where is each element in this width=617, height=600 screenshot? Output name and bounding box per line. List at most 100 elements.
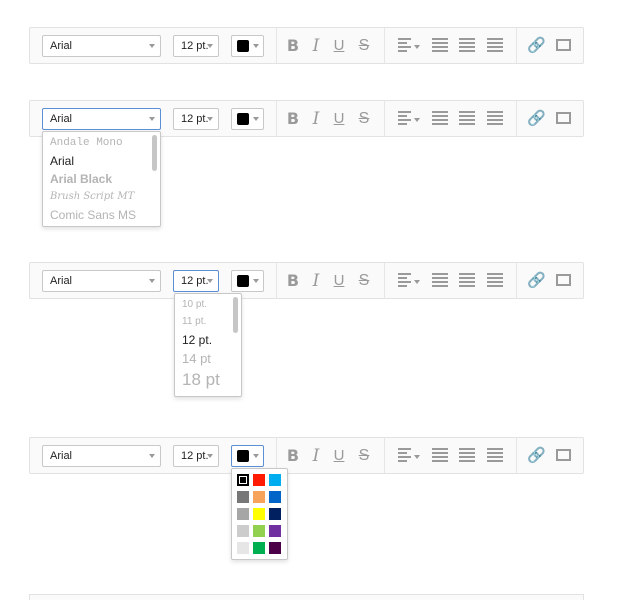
font-option[interactable]: Andale Mono (50, 137, 123, 149)
color-swatch-option[interactable] (253, 525, 265, 537)
color-swatch-option[interactable] (253, 474, 265, 486)
font-size-value: 12 pt. (181, 113, 209, 125)
chevron-down-icon (253, 44, 259, 48)
toolbar-divider (516, 263, 517, 298)
color-swatch-option[interactable] (253, 542, 265, 554)
color-swatch-option[interactable] (237, 474, 249, 486)
font-size-select[interactable]: 12 pt. (173, 270, 219, 292)
link-icon[interactable]: 🔗 (527, 272, 546, 290)
strikethrough-button[interactable]: S (355, 272, 373, 290)
strikethrough-button[interactable]: S (355, 447, 373, 465)
size-option[interactable]: 18 pt (182, 370, 220, 390)
strikethrough-button[interactable]: S (355, 110, 373, 128)
link-icon[interactable]: 🔗 (527, 447, 546, 465)
toolbar-divider (276, 28, 277, 63)
indent-button[interactable] (459, 448, 475, 464)
font-option[interactable]: Arial (50, 154, 74, 168)
color-swatch-option[interactable] (253, 491, 265, 503)
color-swatch-option[interactable] (269, 491, 281, 503)
color-swatch-option[interactable] (269, 508, 281, 520)
scrollbar[interactable] (152, 135, 157, 171)
bold-button[interactable]: B (284, 37, 302, 55)
bulleted-list-button[interactable] (432, 38, 448, 54)
bold-button[interactable]: B (284, 272, 302, 290)
toolbar-divider (384, 101, 385, 136)
editor-toolbar: Arial 12 pt. B I U S 🔗 (29, 27, 584, 64)
chevron-down-icon (207, 279, 213, 283)
outdent-button[interactable] (487, 111, 503, 127)
font-size-select[interactable]: 12 pt. (173, 445, 219, 467)
color-swatch-option[interactable] (237, 525, 249, 537)
bulleted-list-button[interactable] (432, 111, 448, 127)
font-size-select[interactable]: 12 pt. (173, 108, 219, 130)
font-family-select[interactable]: Arial (42, 270, 161, 292)
link-icon[interactable]: 🔗 (527, 37, 546, 55)
toolbar-divider (516, 438, 517, 473)
font-family-select[interactable]: Arial (42, 108, 161, 130)
size-option[interactable]: 11 pt. (182, 316, 206, 327)
image-icon[interactable] (556, 449, 571, 461)
align-button[interactable] (398, 111, 411, 127)
toolbar-divider (276, 263, 277, 298)
font-size-value: 12 pt. (181, 275, 209, 287)
color-swatch-option[interactable] (237, 542, 249, 554)
color-swatch-option[interactable] (237, 508, 249, 520)
align-button[interactable] (398, 273, 411, 289)
bold-button[interactable]: B (284, 110, 302, 128)
chevron-down-icon (207, 117, 213, 121)
outdent-button[interactable] (487, 38, 503, 54)
strikethrough-button[interactable]: S (355, 37, 373, 55)
color-swatch-option[interactable] (269, 542, 281, 554)
indent-button[interactable] (459, 273, 475, 289)
color-swatch-option[interactable] (253, 508, 265, 520)
underline-button[interactable]: U (330, 447, 348, 465)
chevron-down-icon (149, 44, 155, 48)
underline-button[interactable]: U (330, 272, 348, 290)
color-swatch-option[interactable] (237, 491, 249, 503)
image-icon[interactable] (556, 39, 571, 51)
text-color-select[interactable] (231, 108, 264, 130)
text-color-select[interactable] (231, 35, 264, 57)
indent-button[interactable] (459, 38, 475, 54)
scrollbar[interactable] (233, 297, 238, 333)
indent-button[interactable] (459, 111, 475, 127)
image-icon[interactable] (556, 274, 571, 286)
italic-button[interactable]: I (307, 110, 325, 128)
size-option[interactable]: 10 pt. (182, 299, 207, 310)
chevron-down-icon (253, 454, 259, 458)
size-option[interactable]: 14 pt (182, 351, 211, 366)
italic-button[interactable]: I (307, 37, 325, 55)
font-family-select[interactable]: Arial (42, 35, 161, 57)
link-icon[interactable]: 🔗 (527, 110, 546, 128)
color-swatch-option[interactable] (269, 474, 281, 486)
text-color-select[interactable] (231, 445, 264, 467)
align-button[interactable] (398, 448, 411, 464)
font-family-select[interactable]: Arial (42, 445, 161, 467)
bulleted-list-button[interactable] (432, 273, 448, 289)
color-palette-dropdown (231, 468, 288, 560)
color-swatch-option[interactable] (269, 525, 281, 537)
color-swatch (237, 450, 249, 462)
outdent-button[interactable] (487, 448, 503, 464)
toolbar-divider (384, 28, 385, 63)
align-button[interactable] (398, 38, 411, 54)
font-size-value: 12 pt. (181, 450, 209, 462)
font-option[interactable]: Arial Black (50, 172, 112, 186)
font-option[interactable]: Comic Sans MS (50, 208, 136, 222)
font-size-dropdown: 10 pt. 11 pt. 12 pt. 14 pt 18 pt (174, 293, 242, 397)
image-icon[interactable] (556, 112, 571, 124)
italic-button[interactable]: I (307, 272, 325, 290)
underline-button[interactable]: U (330, 110, 348, 128)
chevron-down-icon (149, 454, 155, 458)
bulleted-list-button[interactable] (432, 448, 448, 464)
font-option[interactable]: Brush Script MT (50, 191, 134, 202)
font-size-select[interactable]: 12 pt. (173, 35, 219, 57)
bold-button[interactable]: B (284, 447, 302, 465)
font-family-value: Arial (50, 450, 73, 462)
outdent-button[interactable] (487, 273, 503, 289)
chevron-down-icon (253, 117, 259, 121)
size-option[interactable]: 12 pt. (182, 333, 212, 347)
text-color-select[interactable] (231, 270, 264, 292)
italic-button[interactable]: I (307, 447, 325, 465)
underline-button[interactable]: U (330, 37, 348, 55)
